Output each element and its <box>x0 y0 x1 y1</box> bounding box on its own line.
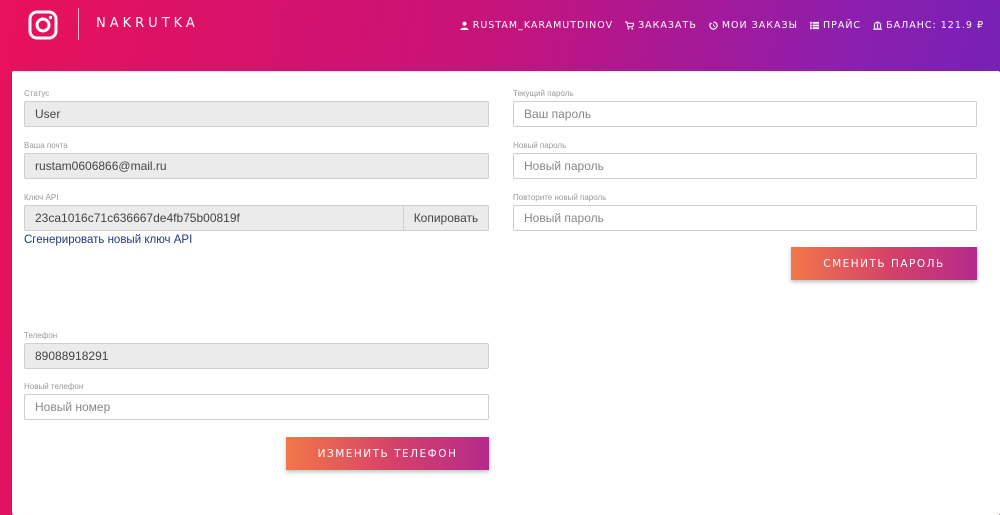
nav-item-label: БАЛАНС: 121.9 ₽ <box>886 20 984 31</box>
brand-name[interactable]: NAKRUTKA <box>96 16 199 31</box>
list-icon <box>809 21 819 30</box>
nav-item-price[interactable]: ПРАЙС <box>809 20 862 31</box>
nav-item-balance[interactable]: БАЛАНС: 121.9 ₽ <box>873 20 984 31</box>
nav-item-my-orders[interactable]: МОИ ЗАКАЗЫ <box>709 20 798 31</box>
api-key-field[interactable]: 23ca1016c71c636667de4fb75b00819f <box>24 205 404 231</box>
change-phone-button[interactable]: ИЗМЕНИТЬ ТЕЛЕФОН <box>286 437 489 470</box>
generate-api-key-link[interactable]: Сгенерировать новый ключ API <box>24 234 192 246</box>
bank-icon <box>873 21 882 30</box>
new-phone-input[interactable]: Новый номер <box>24 394 489 420</box>
nav-item-order[interactable]: ЗАКАЗАТЬ <box>625 20 697 31</box>
phone-label: Телефон <box>24 331 58 340</box>
email-field: rustam0606866@mail.ru <box>24 153 489 179</box>
top-bar: NAKRUTKA RUSTAM_KARAMUTDINOV ЗАКАЗАТЬ МО… <box>0 0 1000 60</box>
settings-card: Статус User Ваша почта rustam0606866@mai… <box>12 71 1000 515</box>
repeat-password-input[interactable]: Новый пароль <box>513 205 977 231</box>
current-password-label: Текущий пароль <box>513 89 574 98</box>
user-icon <box>460 21 469 30</box>
nav-item-label: МОИ ЗАКАЗЫ <box>721 20 798 31</box>
api-key-label: Ключ API <box>24 193 59 202</box>
logo-divider <box>78 8 79 40</box>
new-phone-label: Новый телефон <box>24 382 84 391</box>
instagram-icon[interactable] <box>28 10 58 40</box>
email-label: Ваша почта <box>24 141 68 150</box>
nav-item-label: ПРАЙС <box>822 20 862 31</box>
cart-icon <box>625 21 635 30</box>
history-icon <box>709 21 718 30</box>
phone-field: 89088918291 <box>24 343 489 369</box>
nav-item-user[interactable]: RUSTAM_KARAMUTDINOV <box>460 20 613 31</box>
main-nav: RUSTAM_KARAMUTDINOV ЗАКАЗАТЬ МОИ ЗАКАЗЫ … <box>460 20 984 31</box>
status-label: Статус <box>24 89 50 98</box>
new-password-label: Новый пароль <box>513 141 567 150</box>
nav-item-label: RUSTAM_KARAMUTDINOV <box>472 20 614 31</box>
status-field: User <box>24 101 489 127</box>
nav-item-label: ЗАКАЗАТЬ <box>638 20 697 31</box>
new-password-input[interactable]: Новый пароль <box>513 153 977 179</box>
repeat-password-label: Повторите новый пароль <box>513 193 607 202</box>
copy-api-key-button[interactable]: Копировать <box>403 205 489 231</box>
current-password-input[interactable]: Ваш пароль <box>513 101 977 127</box>
change-password-button[interactable]: СМЕНИТЬ ПАРОЛЬ <box>791 247 977 280</box>
